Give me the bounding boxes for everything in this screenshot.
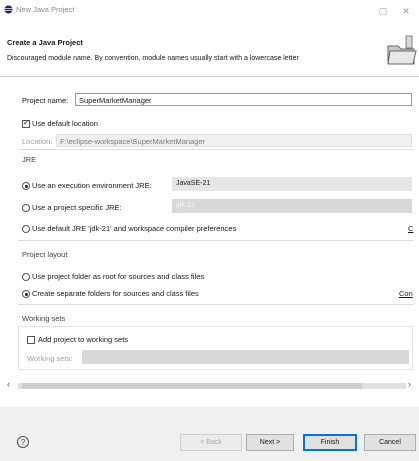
project-name-label: Project name: (22, 96, 69, 105)
project-jre-select[interactable]: jdk-21 (172, 199, 412, 213)
new-project-folder-icon (387, 35, 417, 65)
configure-default-link[interactable]: Con (399, 289, 413, 298)
separator (18, 240, 413, 241)
page-title: Create a Java Project (7, 38, 83, 47)
scroll-right-icon[interactable]: › (408, 379, 411, 389)
scrollbar-thumb[interactable] (22, 383, 362, 389)
project-layout-section-label: Project layout (22, 250, 68, 259)
use-default-location-checkbox[interactable] (22, 118, 30, 128)
execution-environment-select[interactable]: JavaSE-21 (172, 177, 412, 191)
jre-specific-radio[interactable] (22, 204, 30, 212)
scroll-left-icon[interactable]: ‹ (7, 379, 10, 389)
working-sets-section-label: Working sets (22, 314, 66, 323)
location-input[interactable]: F:\eclipse-workspace\SuperMarketManager (56, 134, 412, 147)
jre-default-radio[interactable] (22, 225, 30, 233)
window-title: New Java Project (16, 5, 75, 14)
cancel-button[interactable]: Cancel (364, 434, 416, 451)
project-name-input[interactable]: SuperMarketManager (75, 93, 412, 106)
working-sets-select[interactable] (82, 350, 409, 364)
help-icon[interactable]: ? (17, 436, 29, 448)
close-button[interactable]: ✕ (395, 2, 417, 20)
finish-button[interactable]: Finish (303, 434, 357, 451)
add-to-working-sets-label: Add project to working sets (38, 335, 129, 344)
wizard-header: Create a Java Project Discouraged module… (0, 28, 419, 77)
warning-message: Discouraged module name. By convention, … (7, 55, 299, 62)
use-default-location-label: Use default location (32, 119, 98, 128)
next-button[interactable]: Next > (246, 434, 294, 451)
jre-default-label: Use default JRE 'jdk-21' and workspace c… (32, 224, 237, 233)
new-java-project-dialog: New Java Project ▢ ✕ Create a Java Proje… (0, 0, 419, 461)
jre-env-radio[interactable] (22, 182, 30, 190)
wizard-content: Project name: SuperMarketManager Use def… (0, 77, 419, 407)
jre-specific-label: Use a project specific JRE: (32, 203, 122, 212)
location-label: Location: (22, 137, 53, 146)
layout-root-radio[interactable] (22, 273, 30, 281)
layout-root-label: Use project folder as root for sources a… (32, 272, 205, 281)
jre-section-label: JRE (22, 155, 37, 164)
layout-separate-radio[interactable] (22, 290, 30, 298)
maximize-button[interactable]: ▢ (372, 2, 394, 20)
title-bar: New Java Project ▢ ✕ (0, 0, 419, 28)
layout-separate-label: Create separate folders for sources and … (32, 289, 199, 298)
horizontal-scrollbar[interactable] (18, 383, 406, 389)
configure-jres-link[interactable]: C (408, 224, 413, 233)
add-to-working-sets-checkbox[interactable] (27, 336, 35, 344)
wizard-footer: ? < Back Next > Finish Cancel (0, 407, 419, 461)
working-sets-field-label: Working sets: (27, 354, 73, 363)
jre-env-label: Use an execution environment JRE: (32, 181, 152, 190)
back-button[interactable]: < Back (180, 434, 242, 451)
separator (18, 304, 413, 305)
eclipse-icon (4, 5, 13, 14)
separator (18, 149, 413, 150)
